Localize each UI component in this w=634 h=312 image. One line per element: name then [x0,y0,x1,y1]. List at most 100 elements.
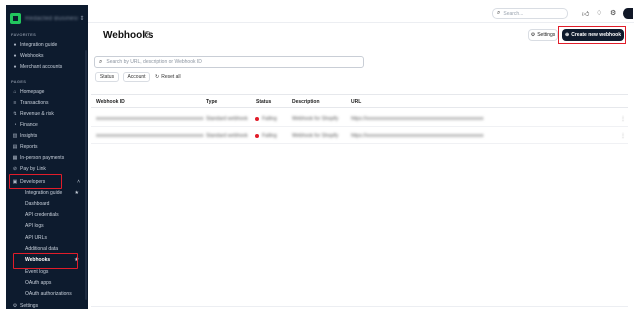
webhook-search-placeholder: Search by URL, description or Webhook ID [106,59,202,65]
gear-icon: ⚙ [530,32,536,38]
section-favorites-label: FAVORITES [11,32,37,37]
sidebar-item-insights[interactable]: ▥ Insights [10,131,85,141]
status-text: Failing [262,116,277,122]
dev-item-oauth-apps[interactable]: OAuth apps [25,278,51,288]
sidebar-item-homepage[interactable]: ⌂ Homepage [10,87,85,97]
dev-item-label: OAuth apps [25,280,52,286]
bell-icon[interactable]: ♢ [596,9,602,17]
dev-item-label: API URLs [25,235,47,241]
nav-label: Merchant accounts [20,64,63,70]
filter-status[interactable]: Status [95,72,119,82]
home-icon: ⌂ [13,89,17,95]
cell-webhook-id: xxxxxxxxxxxxxxxxxxxxxxxxxxxxxxxxxxxxxxxx… [96,116,204,122]
col-url[interactable]: URL [351,99,361,105]
cell-status: Failing [255,133,277,139]
dev-item-label: Dashboard [25,201,50,207]
nav-label: Revenue & risk [20,111,54,117]
reset-all-label: Reset all [161,74,181,80]
dev-item-label: OAuth authorizations [25,291,72,297]
shield-icon: ↯ [12,111,18,117]
app-window: Redacted Business ⇕ FAVORITES ● Integrat… [0,0,634,312]
org-switcher[interactable]: Redacted Business ⇕ [10,10,86,27]
bullet-icon: ● [13,53,17,59]
sidebar-item-revenue-risk[interactable]: ↯ Revenue & risk [10,109,85,119]
sidebar-scrollbar[interactable] [85,50,87,300]
finance-icon: ◔ [13,122,17,128]
table-row[interactable]: xxxxxxxxxxxxxxxxxxxxxxxxxxxxxxxxxxxxxxxx… [91,111,628,127]
col-status[interactable]: Status [256,99,271,105]
avatar[interactable] [623,8,633,19]
nav-label: Settings [20,303,39,309]
reports-icon: ▤ [12,144,18,150]
dev-item-api-logs[interactable]: API logs [25,221,44,231]
search-icon: ⌕ [497,10,501,16]
nav-label: In-person payments [20,155,65,161]
org-logo-icon [10,13,21,24]
dev-item-api-credentials[interactable]: API credentials [25,210,59,220]
sidebar-item-finance[interactable]: ◔ Finance [10,120,85,130]
cell-url: https://xxxxxxxxxxxxxxxxxxxxxxxxxxxxxxxx… [351,133,484,139]
nav-label: Transactions [20,100,49,106]
table-row[interactable]: xxxxxxxxxxxxxxxxxxxxxxxxxxxxxxxxxxxxxxxx… [91,128,628,144]
thumbs-up-icon[interactable]: 👍︎ [582,9,589,18]
star-filled-icon[interactable]: ★ [75,257,79,263]
dev-item-event-logs[interactable]: Event logs [25,267,48,277]
dev-item-webhooks[interactable]: Webhooks ★ [25,255,82,265]
nav-label: Webhooks [20,53,44,59]
sidebar-item-transactions[interactable]: ≡ Transactions [10,98,85,108]
dev-item-oauth-authorizations[interactable]: OAuth authorizations [25,289,72,299]
row-menu-icon[interactable]: ⋮ [620,132,626,139]
row-menu-icon[interactable]: ⋮ [620,115,626,122]
dev-item-label: API logs [25,223,44,229]
search-icon: ⌕ [99,58,103,65]
sidebar-item-reports[interactable]: ▤ Reports [10,142,85,152]
bullet-icon: ● [13,64,17,70]
col-type[interactable]: Type [206,99,217,105]
sidebar-item-developers[interactable]: ▣ Developers ˄ [10,177,85,187]
dev-item-label: Webhooks [25,257,51,263]
nav-label: Developers [20,179,46,185]
sidebar-item-pay-by-link[interactable]: ⊘ Pay by Link [10,164,85,174]
status-text: Failing [262,133,277,139]
global-search-placeholder: Search... [503,10,524,17]
nav-label: Insights [20,133,38,139]
bullet-icon: ● [13,42,17,48]
create-button-highlight [558,26,626,44]
dev-item-additional-data[interactable]: Additional data [25,244,58,254]
webhook-search-input[interactable]: ⌕ Search by URL, description or Webhook … [94,56,364,68]
star-icon[interactable]: ★ [75,190,79,196]
favorite-item-webhooks[interactable]: ● Webhooks [10,51,85,61]
org-name: Redacted Business [25,15,78,22]
sidebar: Redacted Business ⇕ FAVORITES ● Integrat… [6,5,88,309]
topbar: ⌕ Search... 👍︎ ♢ ⚙ [88,5,634,23]
col-description[interactable]: Description [292,99,320,105]
link-icon: ⊘ [12,166,18,172]
dev-item-integration-guide[interactable]: Integration guide ★ [25,188,82,198]
cell-type: Standard webhook [206,133,248,139]
gear-icon[interactable]: ⚙ [610,9,616,17]
terminal-icon: ▦ [12,155,18,161]
col-webhook-id[interactable]: Webhook ID [96,99,125,105]
chevron-up-icon: ˄ [77,179,80,185]
favorite-item-merchant-accounts[interactable]: ● Merchant accounts [10,62,85,72]
nav-label: Pay by Link [20,166,46,172]
list-icon: ≡ [13,100,17,106]
code-icon: ▣ [12,179,18,185]
filter-account[interactable]: Account [123,72,150,82]
dev-item-api-urls[interactable]: API URLs [25,233,47,243]
dev-item-label: Event logs [25,269,49,275]
dev-item-dashboard[interactable]: Dashboard [25,199,49,209]
global-search-input[interactable]: ⌕ Search... [492,8,568,19]
info-icon[interactable]: i [144,31,151,38]
sidebar-item-settings[interactable]: ⚙ Settings [10,301,85,309]
nav-label: Finance [20,122,38,128]
sidebar-item-in-person-payments[interactable]: ▦ In-person payments [10,153,85,163]
dev-item-label: Additional data [25,246,59,252]
status-failing-dot [255,133,259,138]
reset-all-button[interactable]: ↻ Reset all [155,72,181,82]
dev-item-label: API credentials [25,212,59,218]
cell-description: Webhook for Shopify [292,133,339,139]
settings-button[interactable]: ⚙ Settings [528,29,558,41]
favorite-item-integration-guide[interactable]: ● Integration guide [10,40,85,50]
nav-label: Reports [20,144,38,150]
